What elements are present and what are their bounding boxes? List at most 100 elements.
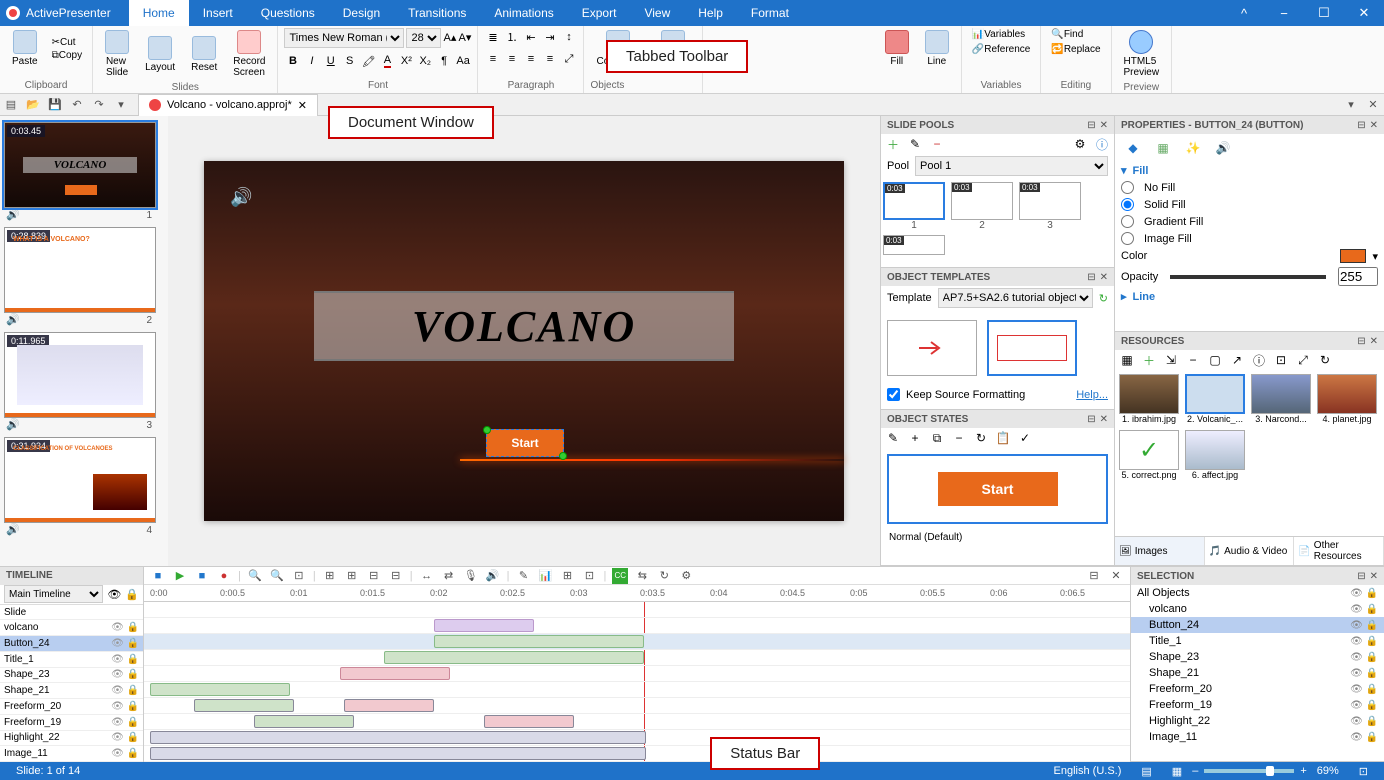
resource-4[interactable]: 4. planet.jpg [1317,374,1377,424]
settings-icon[interactable]: ⚙ [1072,136,1088,152]
opacity-slider[interactable] [1170,275,1326,279]
canvas-area[interactable]: Document Window 🔊 VOLCANO Start [168,116,880,566]
tab-help[interactable]: Help [684,0,737,26]
tl-track-highlight22[interactable]: Highlight_22👁 🔒 [0,731,143,747]
panel-pin-icon[interactable]: ⊟ [1087,120,1095,131]
view-normal-icon[interactable]: ▤ [1131,765,1161,778]
tab-questions[interactable]: Questions [247,0,329,26]
zoom-out-icon[interactable]: – [1192,765,1198,777]
strike-icon[interactable]: S [341,52,358,70]
tl-track-freeform20[interactable]: Freeform_20👁 🔒 [0,699,143,715]
sel-title1[interactable]: Title_1👁 🔒 [1131,633,1384,649]
tl-track-button24[interactable]: Button_24👁 🔒 [0,636,143,652]
info-icon[interactable]: ⓘ [1094,136,1110,152]
sel-highlight22[interactable]: Highlight_22👁 🔒 [1131,713,1384,729]
superscript-icon[interactable]: X² [398,52,415,70]
slide-thumb-4[interactable]: 0:31.934CLASSIFICATION OF VOLCANOES 🔊4 [4,437,156,536]
resources-tab-other[interactable]: 📄 Other Resources [1294,537,1384,565]
tab-design[interactable]: Design [329,0,394,26]
template-arrow[interactable] [887,320,977,376]
reference-button[interactable]: 🔗 Reference [968,43,1035,56]
add-icon[interactable]: ＋ [885,136,901,152]
speaker-icon[interactable]: 🔊 [230,187,252,208]
indent-dec-icon[interactable]: ⇤ [522,28,539,46]
record-screen-button[interactable]: Record Screen [227,28,271,80]
html5-preview-button[interactable]: HTML5 Preview [1118,28,1166,80]
tl-lock-icon[interactable]: 🔒 [125,588,139,601]
edit-state-icon[interactable]: ✎ [885,430,901,446]
dup-state-icon[interactable]: ⧉ [929,430,945,446]
pool-select[interactable]: Pool 1 [915,156,1108,176]
subscript-icon[interactable]: X₂ [417,52,434,70]
slide-thumb-1[interactable]: 0:03.45VOLCANO 🔊1 [4,122,156,221]
sel-shape23[interactable]: Shape_23👁 🔒 [1131,649,1384,665]
resource-3[interactable]: 3. Narcond... [1251,374,1311,424]
crop-icon[interactable]: ⊡ [1273,352,1289,368]
zoom-slider[interactable] [1204,769,1294,773]
tl-track-title1[interactable]: Title_1👁 🔒 [0,652,143,668]
copy-button[interactable]: ⧉ Copy [48,49,87,62]
reset-state-icon[interactable]: ↻ [973,430,989,446]
prop-audio-icon[interactable]: 🔊 [1215,140,1231,156]
import-res-icon[interactable]: ⇲ [1163,352,1179,368]
status-language[interactable]: English (U.S.) [1044,765,1132,777]
fill-button[interactable]: Fill [879,28,915,69]
panel-toggle-icon[interactable]: ▾ [1340,94,1362,116]
fill-solid-radio[interactable] [1121,198,1134,211]
align-center-icon[interactable]: ≡ [503,50,520,68]
align-right-icon[interactable]: ≡ [522,50,539,68]
del-res-icon[interactable]: − [1185,352,1201,368]
delete-icon[interactable]: − [929,136,945,152]
font-size-select[interactable]: 28 [406,28,441,48]
window-minimize[interactable]: − [1264,0,1304,26]
keep-format-checkbox[interactable] [887,388,900,401]
tl-track-image11[interactable]: Image_11👁 🔒 [0,746,143,762]
resource-6[interactable]: 6. affect.jpg [1185,430,1245,480]
underline-icon[interactable]: U [322,52,339,70]
find-button[interactable]: 🔍 Find [1047,28,1104,41]
new-slide-button[interactable]: New Slide [99,28,135,80]
tl-track-volcano[interactable]: volcano👁 🔒 [0,620,143,636]
line-spacing-icon[interactable]: ↕ [560,28,577,46]
tl-track-shape23[interactable]: Shape_23👁 🔒 [0,668,143,684]
tl-zoomfit-icon[interactable]: ⊡ [291,568,307,584]
text-dir-icon[interactable]: ⤢ [560,50,577,68]
fill-image-radio[interactable] [1121,232,1134,245]
sel-shape21[interactable]: Shape_21👁 🔒 [1131,665,1384,681]
sel-freeform19[interactable]: Freeform_19👁 🔒 [1131,697,1384,713]
del-state-icon[interactable]: − [951,430,967,446]
tl-zoomout-icon[interactable]: 🔍 [269,568,285,584]
tab-format[interactable]: Format [737,0,803,26]
pool-slide-1[interactable]: 0:031 [883,182,945,231]
tab-animations[interactable]: Animations [480,0,567,26]
sel-all-objects[interactable]: All Objects👁 🔒 [1131,585,1384,601]
tl-marker-icon[interactable]: ● [216,568,232,584]
font-color-icon[interactable]: A [379,52,396,70]
pool-slide-4[interactable]: 0:03 [883,235,945,255]
fill-none-radio[interactable] [1121,181,1134,194]
view-sorter-icon[interactable]: ▦ [1162,765,1192,778]
panel-close-icon[interactable]: ✕ [1362,94,1384,116]
tl-stop-icon[interactable]: ■ [194,568,210,584]
export-res-icon[interactable]: ▢ [1207,352,1223,368]
qat-more-icon[interactable]: ▾ [110,94,132,116]
sel-button24[interactable]: Button_24👁 🔒 [1131,617,1384,633]
variables-button[interactable]: 📊 Variables [968,28,1035,41]
justify-icon[interactable]: ≡ [541,50,558,68]
align-left-icon[interactable]: ≡ [484,50,501,68]
pool-slide-3[interactable]: 0:033 [1019,182,1081,231]
tl-track-shape21[interactable]: Shape_21👁 🔒 [0,683,143,699]
slide-thumb-3[interactable]: 0:11.965 🔊3 [4,332,156,431]
tl-play-icon[interactable]: ▶ [172,568,188,584]
help-link[interactable]: Help... [1076,389,1108,401]
sel-volcano[interactable]: volcano👁 🔒 [1131,601,1384,617]
sel-image11[interactable]: Image_11👁 🔒 [1131,729,1384,745]
indent-inc-icon[interactable]: ⇥ [541,28,558,46]
prop-style-icon[interactable]: ◆ [1125,140,1141,156]
qat-new-icon[interactable]: ▤ [0,94,22,116]
window-help-icon[interactable]: ^ [1224,0,1264,26]
tab-transitions[interactable]: Transitions [394,0,480,26]
layout-button[interactable]: Layout [139,34,181,75]
tl-track-slide[interactable]: Slide [0,605,143,621]
view-grid-icon[interactable]: ▦ [1119,352,1135,368]
